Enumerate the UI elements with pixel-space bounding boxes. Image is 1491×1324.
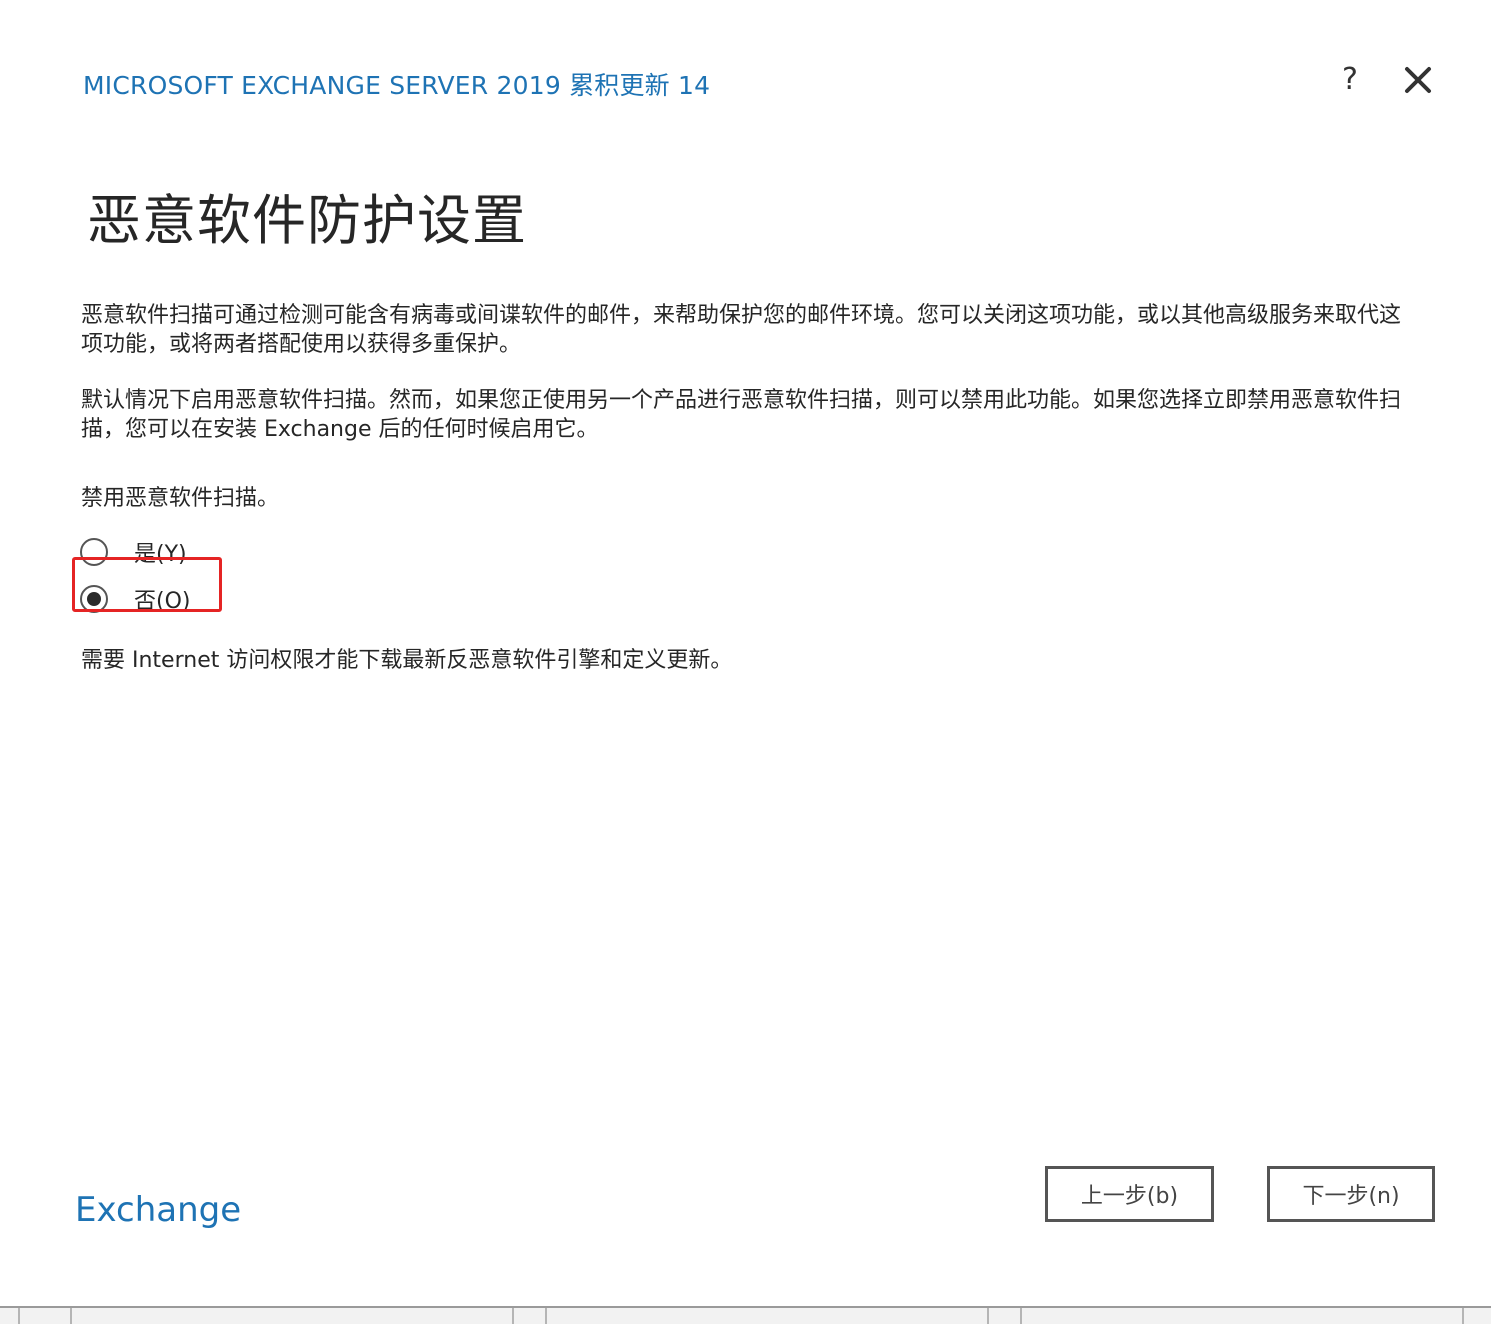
taskbar-separator <box>512 1308 514 1324</box>
radio-button-selected[interactable] <box>80 585 108 613</box>
radio-label-no: 否(O) <box>134 589 191 614</box>
app-title: MICROSOFT EXCHANGE SERVER 2019 累积更新 14 <box>83 71 711 100</box>
internet-access-note: 需要 Internet 访问权限才能下载最新反恶意软件引擎和定义更新。 <box>81 648 733 673</box>
page-title: 恶意软件防护设置 <box>87 189 527 252</box>
help-button[interactable]: ? <box>1333 60 1367 100</box>
default-info-paragraph: 默认情况下启用恶意软件扫描。然而，如果您正使用另一个产品进行恶意软件扫描，则可以… <box>81 388 1402 442</box>
taskbar-separator <box>1462 1308 1464 1324</box>
radio-option-no[interactable]: 否(O) <box>80 582 190 616</box>
taskbar-separator <box>545 1308 547 1324</box>
radio-option-yes[interactable]: 是(Y) <box>80 535 187 569</box>
taskbar-strip <box>0 1306 1491 1324</box>
taskbar-separator <box>70 1308 72 1324</box>
taskbar-separator <box>987 1308 989 1324</box>
radio-label-yes: 是(Y) <box>134 542 187 567</box>
next-button[interactable]: 下一步(n) <box>1267 1166 1435 1222</box>
setup-window: MICROSOFT EXCHANGE SERVER 2019 累积更新 14 ?… <box>0 0 1491 1324</box>
exchange-logo: Exchange <box>75 1190 242 1230</box>
taskbar-separator <box>1020 1308 1022 1324</box>
close-button[interactable] <box>1398 60 1438 100</box>
taskbar-separator <box>18 1308 20 1324</box>
close-icon <box>1405 67 1431 93</box>
description-paragraph: 恶意软件扫描可通过检测可能含有病毒或间谍软件的邮件，来帮助保护您的邮件环境。您可… <box>81 303 1402 357</box>
back-button[interactable]: 上一步(b) <box>1045 1166 1214 1222</box>
disable-scan-question: 禁用恶意软件扫描。 <box>81 486 280 511</box>
radio-dot <box>87 592 101 606</box>
radio-button-unselected[interactable] <box>80 538 108 566</box>
